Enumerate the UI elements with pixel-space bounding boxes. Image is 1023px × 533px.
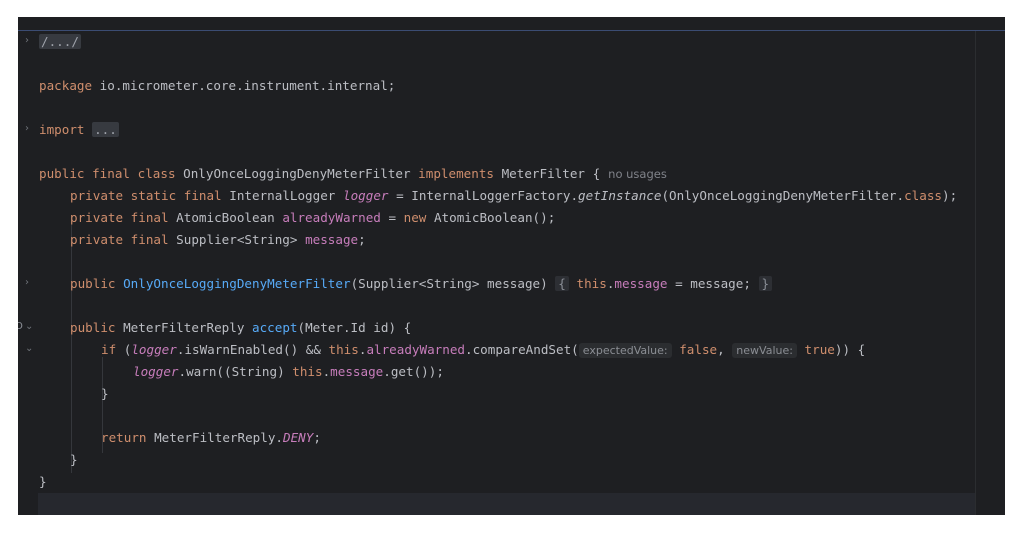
- if-keyword: if: [101, 342, 117, 357]
- logger-ref: logger: [133, 364, 179, 379]
- compare-and-set-call: .compareAndSet(: [465, 342, 579, 357]
- message-field: message: [305, 232, 359, 247]
- import-keyword: import: [39, 122, 85, 137]
- message-field-ref: message: [330, 364, 384, 379]
- warn-call: .warn((String): [178, 364, 293, 379]
- folded-close-brace[interactable]: }: [758, 276, 773, 291]
- code-line-already-warned-field[interactable]: private final AtomicBoolean alreadyWarne…: [70, 207, 555, 229]
- class-keyword: class: [904, 188, 943, 203]
- class-name: OnlyOnceLoggingDenyMeterFilter: [175, 166, 419, 181]
- statement-end: );: [942, 188, 958, 203]
- field-type: InternalLogger: [221, 188, 343, 203]
- get-call: .get());: [383, 364, 444, 379]
- get-instance-method: getInstance: [578, 188, 662, 203]
- modifiers: private final: [70, 232, 169, 247]
- code-line-close-if[interactable]: }: [101, 383, 109, 405]
- this-keyword: this: [292, 364, 323, 379]
- implementation-marker-icon[interactable]: O: [18, 322, 25, 332]
- header-fold[interactable]: /.../: [39, 34, 81, 49]
- package-name: io.micrometer.core.instrument.internal;: [92, 78, 396, 93]
- class-keyword: class: [137, 166, 176, 181]
- public-keyword: public: [70, 320, 116, 335]
- constructor-call: AtomicBoolean();: [426, 210, 556, 225]
- chevron-right-icon[interactable]: ›: [25, 124, 35, 134]
- folded-open-brace[interactable]: {: [555, 276, 569, 291]
- chevron-down-icon[interactable]: ⌄: [25, 322, 35, 332]
- code-line-header[interactable]: /.../: [39, 31, 81, 53]
- already-warned-field: alreadyWarned: [282, 210, 381, 225]
- code-line-logger-field[interactable]: private static final InternalLogger logg…: [70, 185, 957, 207]
- method-args: (OnlyOnceLoggingDenyMeterFilter.: [661, 188, 905, 203]
- indent-guide: [71, 217, 72, 473]
- expected-value-hint: expectedValue:: [578, 343, 672, 358]
- close-brace: }: [39, 474, 47, 489]
- public-keyword: public: [39, 166, 85, 181]
- implements-keyword: implements: [418, 166, 494, 181]
- code-line-message-field[interactable]: private final Supplier<String> message;: [70, 229, 366, 251]
- field-type: AtomicBoolean: [168, 210, 283, 225]
- code-line-package[interactable]: package io.micrometer.core.instrument.in…: [39, 75, 395, 97]
- chevron-right-icon[interactable]: ›: [25, 36, 35, 46]
- this-keyword: this: [328, 342, 359, 357]
- interface-name: MeterFilter {: [494, 166, 601, 181]
- code-line-import[interactable]: import ...: [39, 119, 119, 141]
- new-keyword: new: [403, 210, 427, 225]
- method-params: (Meter.Id id) {: [297, 320, 412, 335]
- chevron-down-icon[interactable]: ⌄: [25, 344, 35, 354]
- final-keyword: final: [92, 166, 131, 181]
- statement-end: ;: [358, 232, 366, 247]
- return-type-ref: MeterFilterReply.: [146, 430, 283, 445]
- statement-end: ;: [313, 430, 321, 445]
- this-keyword: this: [576, 276, 607, 291]
- already-warned-ref: alreadyWarned: [366, 342, 466, 357]
- close-brace: }: [101, 386, 109, 401]
- return-type: MeterFilterReply: [115, 320, 252, 335]
- message-field-ref: message: [614, 276, 668, 291]
- package-keyword: package: [39, 78, 93, 93]
- import-fold[interactable]: ...: [92, 122, 119, 137]
- assignment: =: [380, 210, 404, 225]
- new-value-hint: newValue:: [732, 343, 797, 358]
- code-editor-window: › › › O ⌄ ⌄ /.../ package io.micrometer.…: [18, 17, 1005, 515]
- current-line-highlight: [38, 493, 975, 515]
- constructor-name: OnlyOnceLoggingDenyMeterFilter: [123, 276, 351, 291]
- is-warn-enabled-call: .isWarnEnabled() &&: [176, 342, 329, 357]
- return-keyword: return: [101, 430, 147, 445]
- accept-method-name: accept: [251, 320, 298, 335]
- code-line-accept-method[interactable]: public MeterFilterReply accept(Meter.Id …: [70, 317, 411, 339]
- code-line-warn[interactable]: logger.warn((String) this.message.get())…: [133, 361, 444, 383]
- assignment: = message;: [667, 276, 751, 291]
- usages-hint[interactable]: no usages: [608, 167, 667, 181]
- editor-tab-strip-edge: [18, 17, 1005, 31]
- modifiers: private static final: [70, 188, 222, 203]
- chevron-right-icon[interactable]: ›: [25, 278, 35, 288]
- close-brace: }: [70, 452, 78, 467]
- true-literal: true: [804, 342, 835, 357]
- code-line-close-class[interactable]: }: [39, 471, 47, 493]
- comma: ,: [717, 342, 733, 357]
- code-line-class-decl[interactable]: public final class OnlyOnceLoggingDenyMe…: [39, 163, 667, 185]
- public-keyword: public: [70, 276, 116, 291]
- editor-gutter[interactable]: [18, 31, 38, 515]
- editor-right-strip: [976, 31, 1005, 515]
- code-line-return[interactable]: return MeterFilterReply.DENY;: [101, 427, 321, 449]
- field-type: Supplier<String>: [168, 232, 306, 247]
- false-literal: false: [679, 342, 718, 357]
- code-line-if[interactable]: if (logger.isWarnEnabled() && this.alrea…: [101, 339, 865, 361]
- assignment: = InternalLoggerFactory.: [388, 188, 579, 203]
- constructor-params: (Supplier<String> message): [350, 276, 548, 291]
- logger-ref: logger: [131, 342, 177, 357]
- code-line-constructor[interactable]: public OnlyOnceLoggingDenyMeterFilter(Su…: [70, 273, 773, 295]
- code-line-close-method[interactable]: }: [70, 449, 78, 471]
- deny-constant: DENY: [282, 430, 314, 445]
- modifiers: private final: [70, 210, 169, 225]
- paren: (: [116, 342, 132, 357]
- logger-field: logger: [342, 188, 389, 203]
- if-end: )) {: [834, 342, 866, 357]
